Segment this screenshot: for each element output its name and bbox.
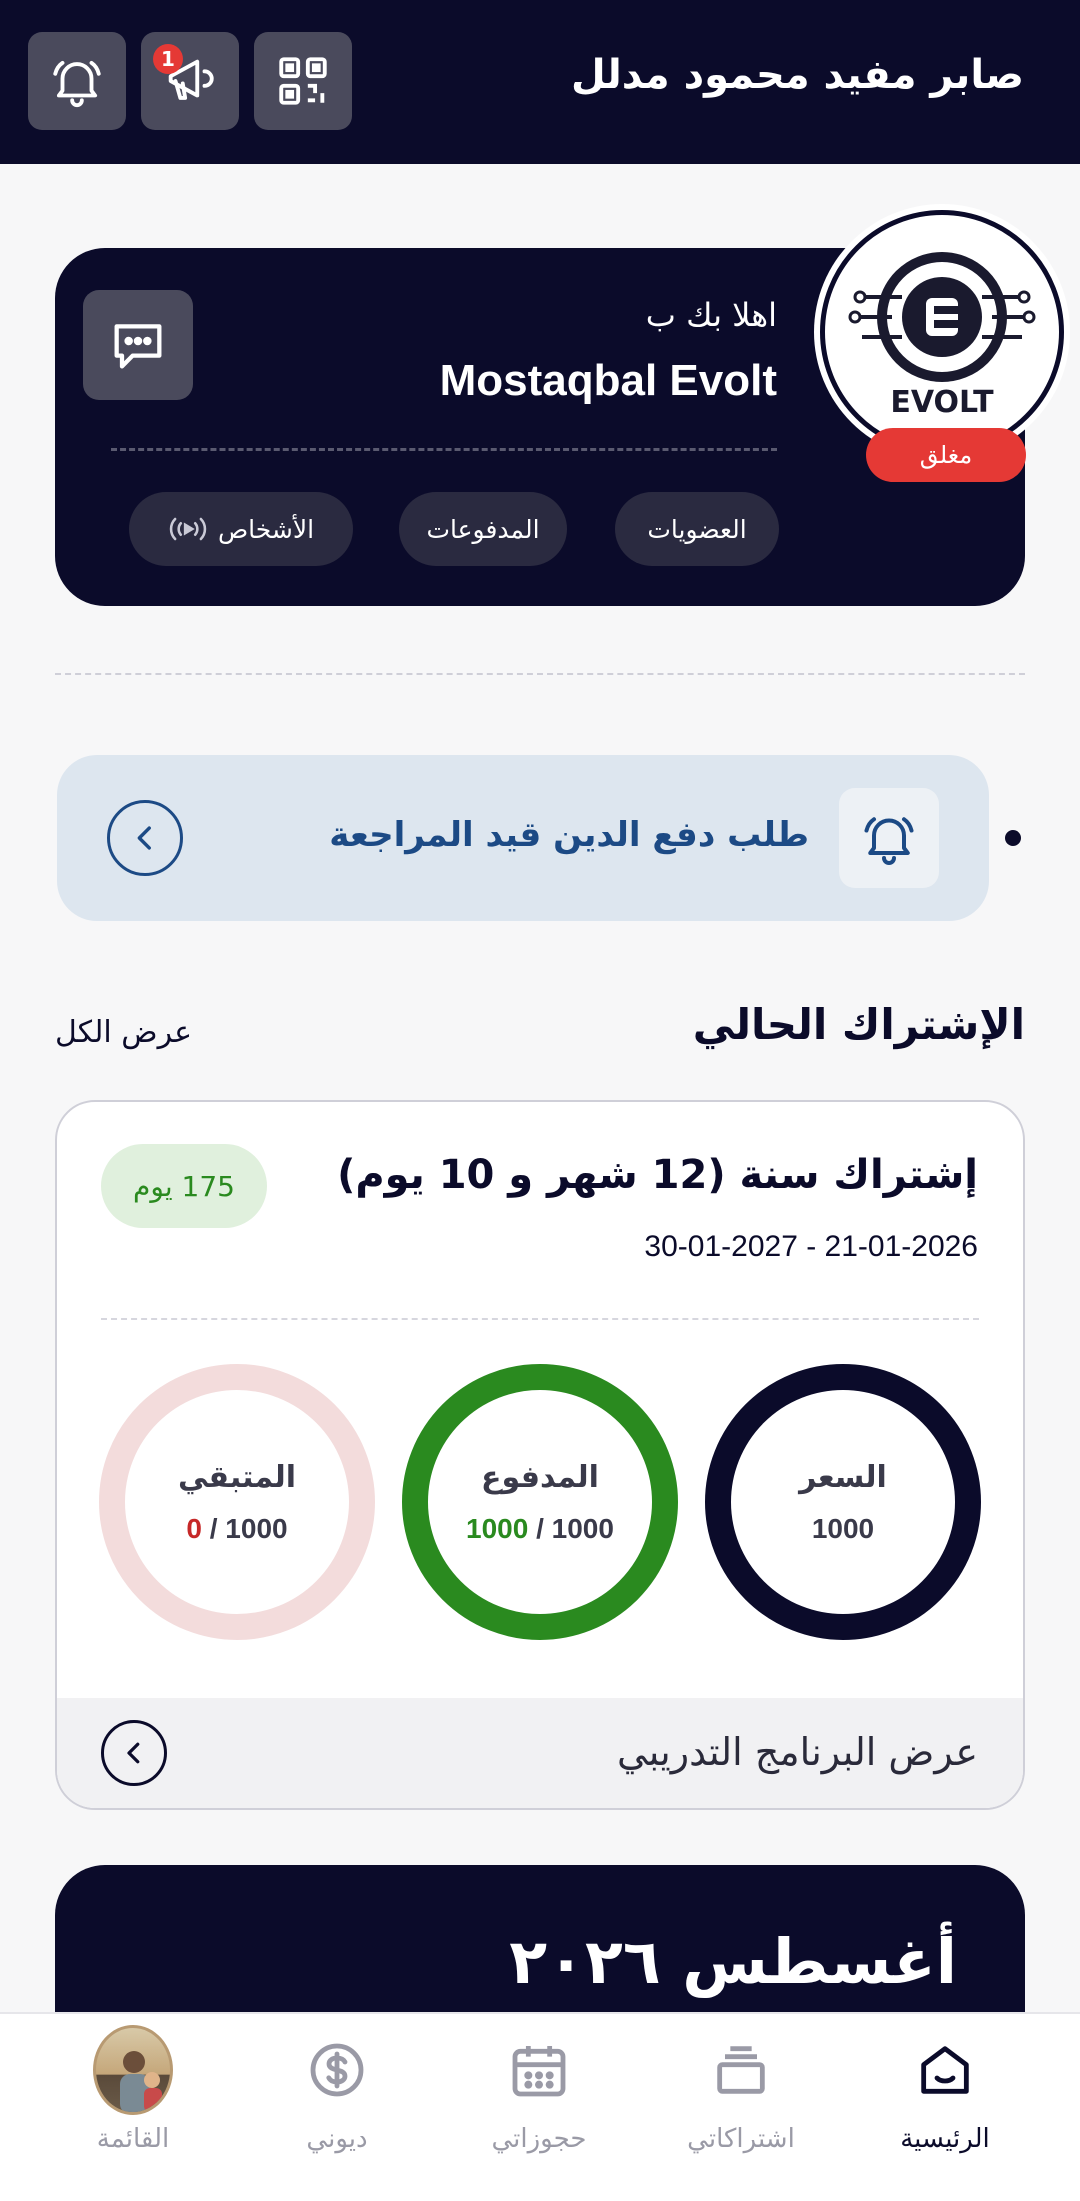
- view-all-link[interactable]: عرض الكل: [55, 1015, 192, 1050]
- remaining-amount: 0: [186, 1512, 202, 1544]
- memberships-button[interactable]: العضويات: [615, 492, 779, 566]
- payments-label: المدفوعات: [426, 514, 540, 544]
- people-label: الأشخاص: [217, 514, 315, 544]
- price-label: السعر: [799, 1459, 887, 1495]
- qr-code-button[interactable]: [254, 32, 352, 130]
- evolt-logo: EVOLT: [848, 252, 1036, 420]
- nav-home-label: الرئيسية: [900, 2124, 990, 2154]
- days-left-badge: 175 يوم: [101, 1144, 267, 1228]
- logo-text: EVOLT: [890, 385, 994, 420]
- announcement-count-badge: 1: [153, 44, 183, 74]
- gym-logo: EVOLT: [820, 210, 1064, 454]
- nav-menu[interactable]: القائمة: [38, 2025, 228, 2180]
- notice-indicator: [1005, 830, 1021, 846]
- remaining-value: 0 / 1000: [186, 1513, 287, 1545]
- training-program-row[interactable]: عرض البرنامج التدريبي: [57, 1698, 1023, 1808]
- subscription-card: إشتراك سنة (12 شهر و 10 يوم) 30-01-2027 …: [55, 1100, 1025, 1810]
- subscription-title: إشتراك سنة (12 شهر و 10 يوم): [337, 1152, 978, 1198]
- qr-code-icon: [279, 57, 327, 105]
- notice-arrow-button[interactable]: [107, 800, 183, 876]
- nav-bookings-label: حجوزاتي: [491, 2124, 587, 2154]
- calendar-month: أغسطس ٢٠٢٦: [509, 1925, 957, 1998]
- remaining-total: / 1000: [201, 1512, 288, 1544]
- chevron-left-icon: [137, 826, 151, 850]
- nav-debts-label: ديوني: [306, 2124, 368, 2154]
- user-name: صابر مفيد محمود مدلل: [571, 52, 1024, 98]
- nav-debts[interactable]: ديوني: [242, 2030, 432, 2180]
- memberships-label: العضويات: [647, 514, 747, 544]
- stack-icon: [717, 2046, 765, 2094]
- paid-ring: المدفوع 1000 / 1000: [402, 1364, 678, 1640]
- subscription-dates: 30-01-2027 - 21-01-2026: [644, 1230, 978, 1263]
- dollar-icon: [310, 2043, 364, 2097]
- gym-name: Mostaqbal Evolt: [439, 356, 777, 405]
- nav-subscriptions-label: اشتراكاتي: [687, 2124, 795, 2154]
- people-button[interactable]: الأشخاص: [129, 492, 353, 566]
- broadcast-icon: [169, 517, 207, 541]
- top-bar: صابر مفيد محمود مدلل 1: [0, 0, 1080, 164]
- home-icon: [921, 2046, 969, 2094]
- chat-button[interactable]: [83, 290, 193, 400]
- notice-bell: [839, 788, 939, 888]
- person-icon: [120, 2051, 162, 2112]
- bottom-navigation: الرئيسية اشتراكاتي حجوزاتي ديوني القائمة: [0, 2012, 1080, 2201]
- divider: [101, 1318, 979, 1320]
- chat-bubble-icon: [114, 324, 162, 369]
- notifications-button[interactable]: [28, 32, 126, 130]
- paid-amount: 1000: [466, 1512, 529, 1544]
- training-program-arrow[interactable]: [101, 1720, 167, 1786]
- avatar: [93, 2025, 173, 2115]
- chevron-left-icon: [127, 1742, 140, 1764]
- nav-subscriptions[interactable]: اشتراكاتي: [646, 2030, 836, 2180]
- remaining-ring: المتبقي 0 / 1000: [99, 1364, 375, 1640]
- section-title: الإشتراك الحالي: [692, 1000, 1025, 1049]
- price-value: 1000: [811, 1512, 875, 1544]
- bell-icon: [53, 60, 101, 108]
- nav-menu-label: القائمة: [96, 2124, 170, 2154]
- paid-label: المدفوع: [481, 1459, 599, 1495]
- paid-total: / 1000: [528, 1512, 614, 1544]
- price-ring: السعر 1000: [705, 1364, 981, 1640]
- training-program-label: عرض البرنامج التدريبي: [617, 1730, 978, 1774]
- welcome-text: اهلا بك ب: [645, 296, 777, 334]
- bell-icon: [864, 817, 914, 865]
- notice-text: طلب دفع الدين قيد المراجعة: [329, 815, 809, 855]
- divider: [111, 448, 777, 451]
- notice-card[interactable]: طلب دفع الدين قيد المراجعة: [57, 755, 989, 921]
- remaining-label: المتبقي: [177, 1459, 297, 1495]
- payments-button[interactable]: المدفوعات: [399, 492, 567, 566]
- section-divider: [55, 673, 1025, 675]
- nav-bookings[interactable]: حجوزاتي: [444, 2030, 634, 2180]
- paid-value: 1000 / 1000: [466, 1513, 614, 1545]
- nav-home[interactable]: الرئيسية: [850, 2030, 1040, 2180]
- gym-status-badge: مغلق: [866, 428, 1026, 482]
- announcements-button[interactable]: 1: [141, 32, 239, 130]
- calendar-icon: [512, 2046, 566, 2097]
